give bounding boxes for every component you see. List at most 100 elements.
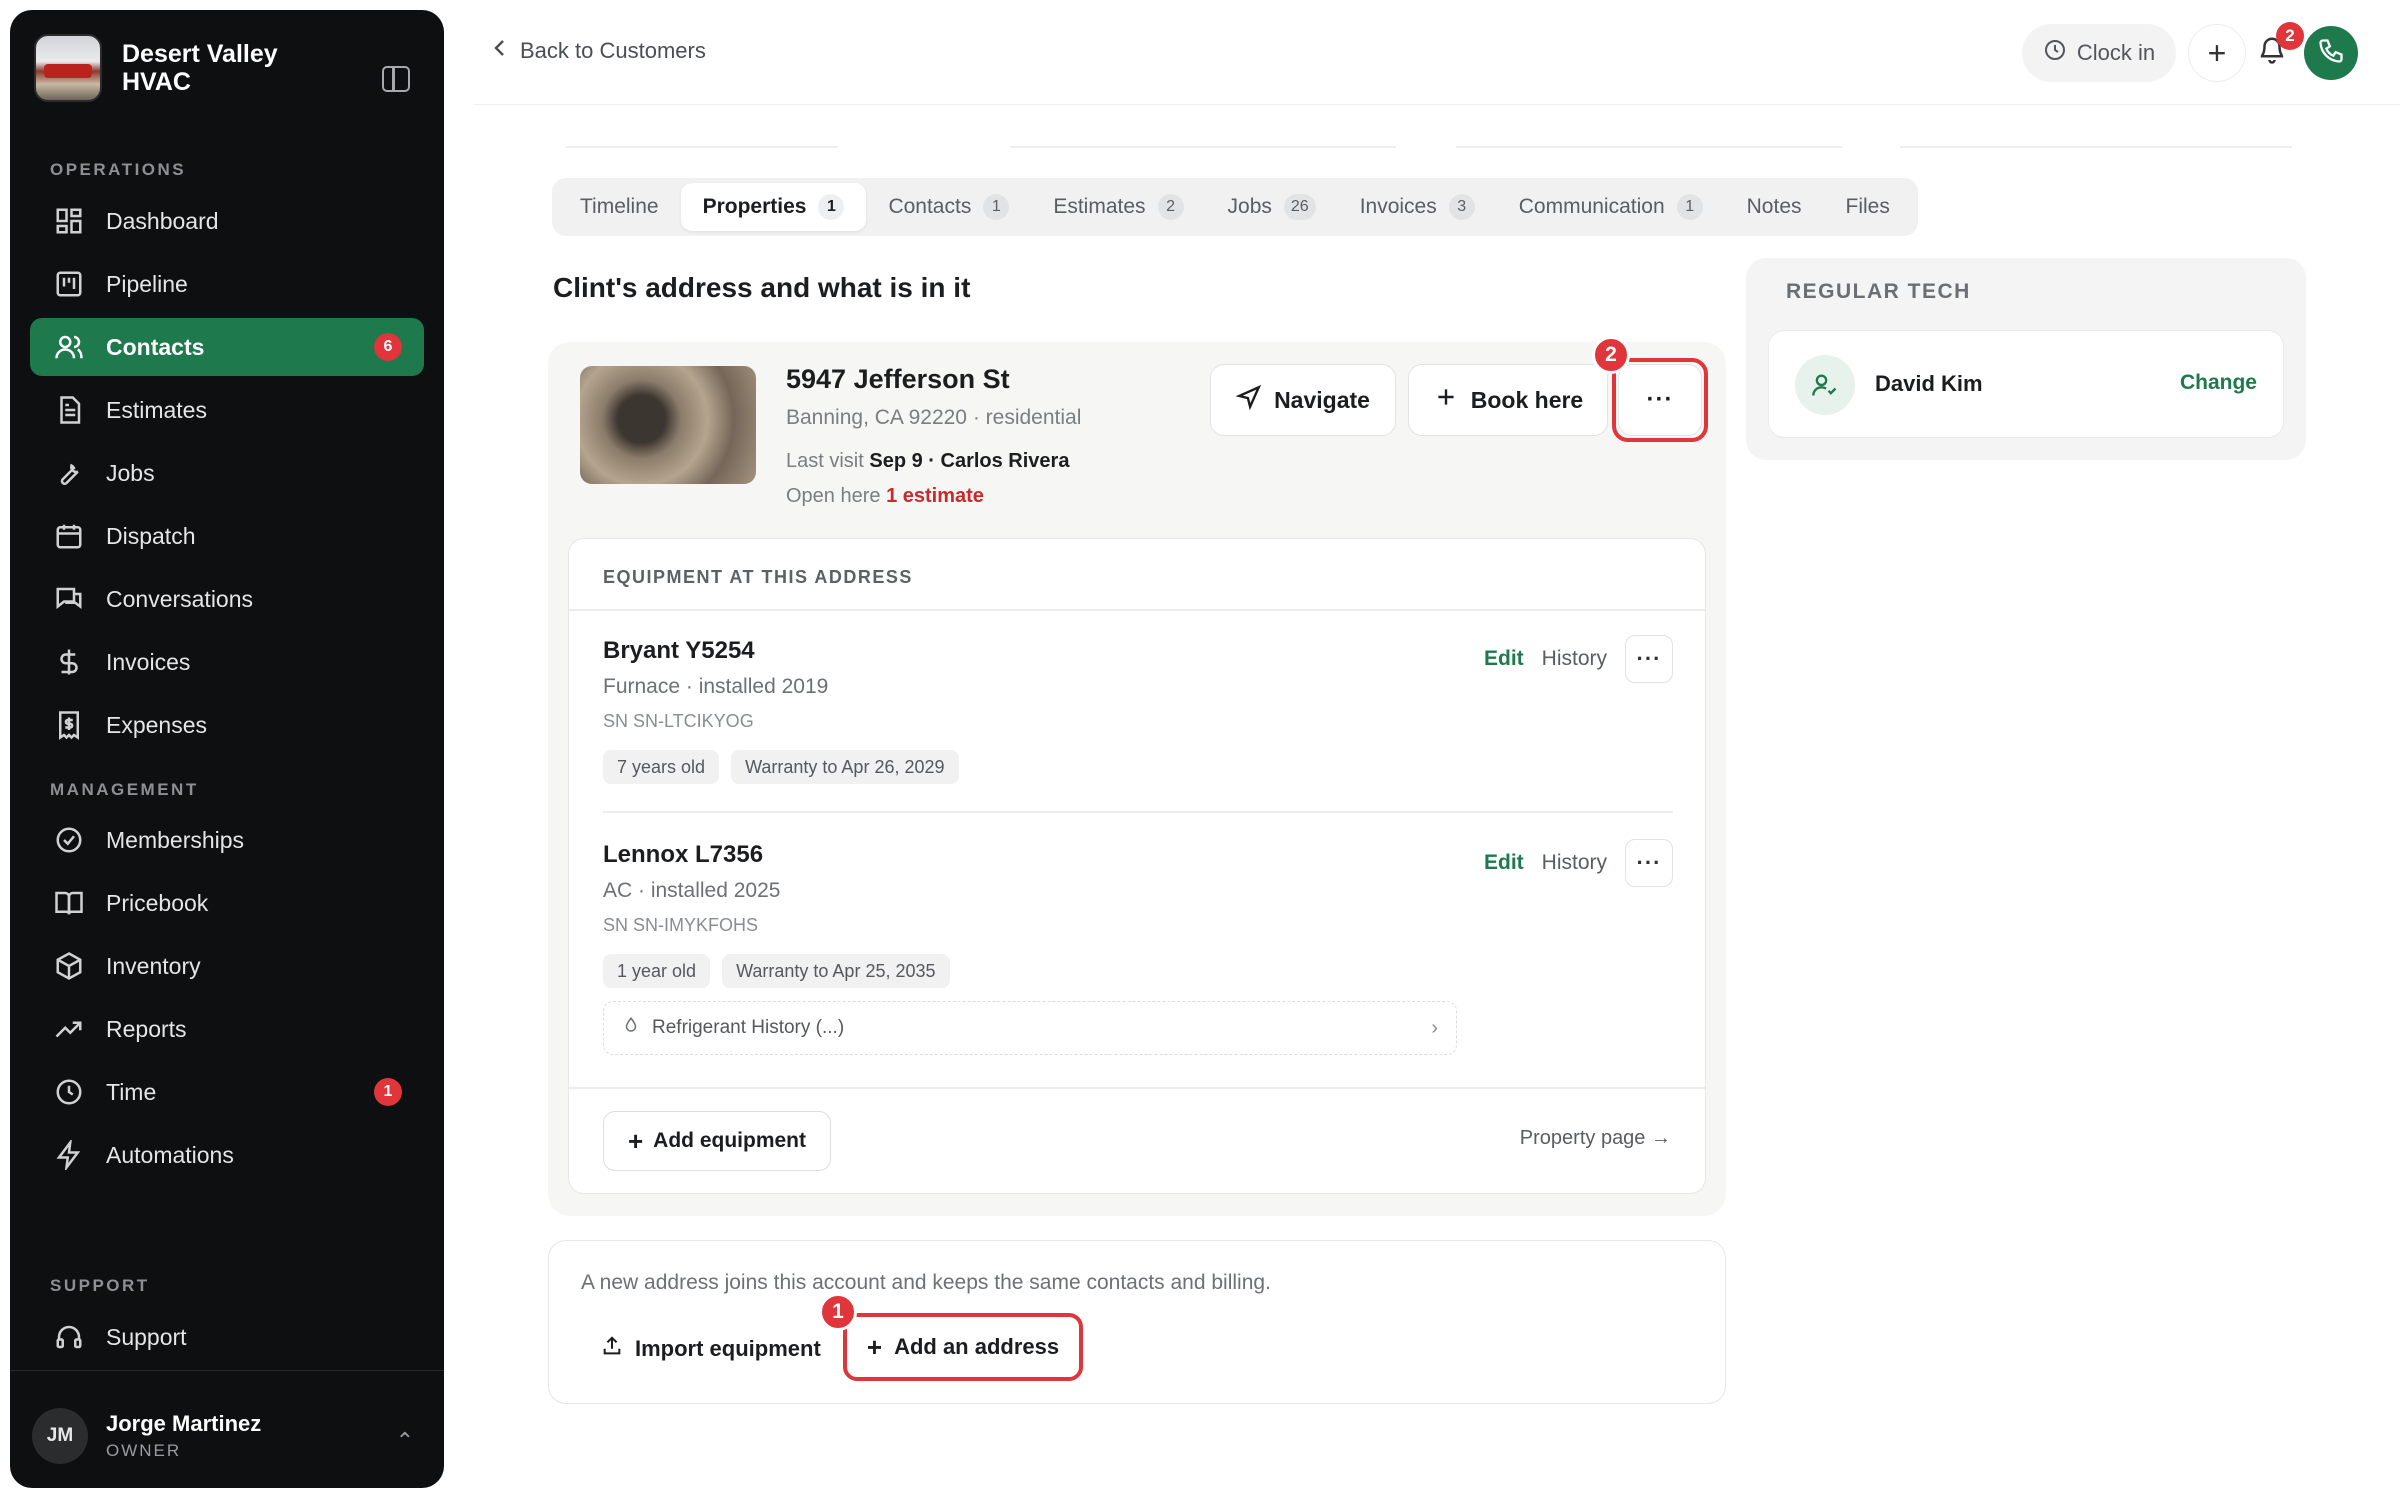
add-equipment-button[interactable]: + Add equipment bbox=[603, 1111, 831, 1171]
sidebar-item-label: Inventory bbox=[106, 952, 201, 979]
tab-contacts[interactable]: Contacts 1 bbox=[866, 183, 1031, 231]
customer-tabs: Timeline Properties 1 Contacts 1 Estimates… bbox=[552, 178, 1918, 236]
sidebar-item-label: Dashboard bbox=[106, 207, 219, 234]
file-text-icon bbox=[54, 395, 84, 425]
warranty-chip: Warranty to Apr 26, 2029 bbox=[731, 750, 959, 784]
tab-label: Invoices bbox=[1359, 195, 1437, 218]
badge-check-icon bbox=[54, 825, 84, 855]
tab-files[interactable]: Files bbox=[1824, 183, 1912, 231]
divider bbox=[1900, 140, 2292, 148]
sidebar-item-label: Jobs bbox=[106, 459, 155, 486]
navigate-label: Navigate bbox=[1274, 386, 1370, 413]
zap-icon bbox=[54, 1140, 84, 1170]
tab-notes[interactable]: Notes bbox=[1725, 183, 1824, 231]
divider bbox=[1010, 140, 1396, 148]
sidebar-item-support[interactable]: Support bbox=[30, 1308, 424, 1366]
user-check-icon bbox=[1795, 355, 1855, 415]
edit-equipment-link[interactable]: Edit bbox=[1484, 851, 1524, 875]
equipment-heading: EQUIPMENT AT THIS ADDRESS bbox=[603, 567, 913, 587]
regular-tech-name: David Kim bbox=[1875, 371, 1983, 396]
book-icon bbox=[54, 888, 84, 918]
sidebar-item-pricebook[interactable]: Pricebook bbox=[30, 874, 424, 932]
divider bbox=[569, 1087, 1705, 1089]
sidebar-item-pipeline[interactable]: Pipeline bbox=[30, 255, 424, 313]
brand[interactable]: Desert Valley HVAC bbox=[34, 34, 302, 102]
tab-properties[interactable]: Properties 1 bbox=[680, 183, 867, 231]
regular-tech-row: David Kim Change bbox=[1768, 330, 2284, 438]
sidebar-item-jobs[interactable]: Jobs bbox=[30, 444, 424, 502]
divider bbox=[1456, 140, 1842, 148]
sidebar-item-expenses[interactable]: Expenses bbox=[30, 696, 424, 754]
sidebar-item-memberships[interactable]: Memberships bbox=[30, 811, 424, 869]
edit-equipment-link[interactable]: Edit bbox=[1484, 647, 1524, 671]
sidebar-item-label: Invoices bbox=[106, 648, 191, 675]
divider bbox=[566, 140, 838, 148]
refrigerant-icon bbox=[622, 1016, 640, 1040]
brand-logo bbox=[34, 34, 102, 102]
user-name: Jorge Martinez bbox=[106, 1411, 262, 1436]
user-role: OWNER bbox=[106, 1441, 182, 1460]
sidebar-item-label: Expenses bbox=[106, 711, 208, 738]
equipment-more-button[interactable]: ··· bbox=[1625, 635, 1673, 683]
phone-button[interactable] bbox=[2304, 26, 2358, 80]
add-address-label: Add an address bbox=[894, 1334, 1060, 1359]
property-address: 5947 Jefferson St bbox=[786, 364, 1010, 394]
sidebar-item-reports[interactable]: Reports bbox=[30, 1000, 424, 1058]
tab-count: 3 bbox=[1448, 194, 1475, 220]
sidebar-item-inventory[interactable]: Inventory bbox=[30, 937, 424, 995]
back-to-customers-link[interactable]: Back to Customers bbox=[492, 38, 706, 64]
import-equipment-button[interactable]: Import equipment bbox=[601, 1335, 821, 1363]
sidebar-item-automations[interactable]: Automations bbox=[30, 1126, 424, 1184]
book-here-button[interactable]: Book here bbox=[1408, 364, 1608, 436]
contacts-count-badge: 6 bbox=[374, 333, 402, 361]
last-visit: Last visit Sep 9 · Carlos Rivera bbox=[786, 450, 1069, 473]
quick-add-button[interactable]: + bbox=[2188, 24, 2246, 82]
open-here: Open here 1 estimate bbox=[786, 485, 984, 508]
sidebar-item-contacts[interactable]: Contacts 6 bbox=[30, 318, 424, 376]
add-address-button[interactable]: + Add an address bbox=[843, 1313, 1083, 1381]
clock-in-button[interactable]: Clock in bbox=[2022, 24, 2176, 82]
highlight-ring bbox=[1612, 358, 1708, 442]
open-estimate-link[interactable]: 1 estimate bbox=[886, 485, 984, 507]
tab-invoices[interactable]: Invoices 3 bbox=[1338, 183, 1497, 231]
equipment-more-button[interactable]: ··· bbox=[1625, 839, 1673, 887]
add-equipment-label: Add equipment bbox=[653, 1129, 806, 1152]
section-support: SUPPORT bbox=[50, 1276, 150, 1295]
sidebar-item-dispatch[interactable]: Dispatch bbox=[30, 507, 424, 565]
tab-communication[interactable]: Communication 1 bbox=[1497, 183, 1725, 231]
sidebar-item-label: Pipeline bbox=[106, 270, 188, 297]
tab-count: 2 bbox=[1157, 194, 1184, 220]
regular-tech-card: REGULAR TECH David Kim Change bbox=[1746, 258, 2306, 460]
section-management: MANAGEMENT bbox=[50, 780, 199, 799]
refrigerant-history-row[interactable]: Refrigerant History (...) › bbox=[603, 1001, 1457, 1055]
equipment-history-link[interactable]: History bbox=[1542, 647, 1607, 671]
sidebar-item-conversations[interactable]: Conversations bbox=[30, 570, 424, 628]
receipt-icon bbox=[54, 710, 84, 740]
tab-count: 26 bbox=[1283, 194, 1316, 220]
age-chip: 7 years old bbox=[603, 750, 720, 784]
box-icon bbox=[54, 951, 84, 981]
property-photo[interactable] bbox=[580, 366, 756, 484]
change-tech-link[interactable]: Change bbox=[2180, 371, 2257, 395]
property-page-link[interactable]: Property page → bbox=[1520, 1127, 1671, 1150]
divider bbox=[10, 1370, 444, 1371]
navigate-button[interactable]: Navigate bbox=[1210, 364, 1396, 436]
sidebar-toggle-icon[interactable] bbox=[382, 66, 410, 92]
tab-label: Files bbox=[1845, 195, 1890, 218]
sidebar-item-dashboard[interactable]: Dashboard bbox=[30, 192, 424, 250]
tab-estimates[interactable]: Estimates 2 bbox=[1031, 183, 1205, 231]
step-badge: 1 bbox=[819, 1293, 857, 1331]
last-visit-value: Sep 9 · Carlos Rivera bbox=[869, 450, 1070, 472]
tab-label: Notes bbox=[1746, 195, 1802, 218]
kanban-icon bbox=[54, 269, 84, 299]
sidebar-item-time[interactable]: Time 1 bbox=[30, 1063, 424, 1121]
equipment-history-link[interactable]: History bbox=[1542, 851, 1607, 875]
tab-jobs[interactable]: Jobs 26 bbox=[1206, 183, 1338, 231]
sidebar-item-label: Memberships bbox=[106, 826, 245, 853]
sidebar-item-invoices[interactable]: Invoices bbox=[30, 633, 424, 691]
tab-timeline[interactable]: Timeline bbox=[558, 183, 681, 231]
chevron-updown-icon[interactable]: ⌃ bbox=[396, 1428, 414, 1454]
user-menu[interactable]: JM Jorge Martinez OWNER bbox=[32, 1408, 261, 1464]
time-count-badge: 1 bbox=[374, 1078, 402, 1106]
sidebar-item-estimates[interactable]: Estimates bbox=[30, 381, 424, 439]
